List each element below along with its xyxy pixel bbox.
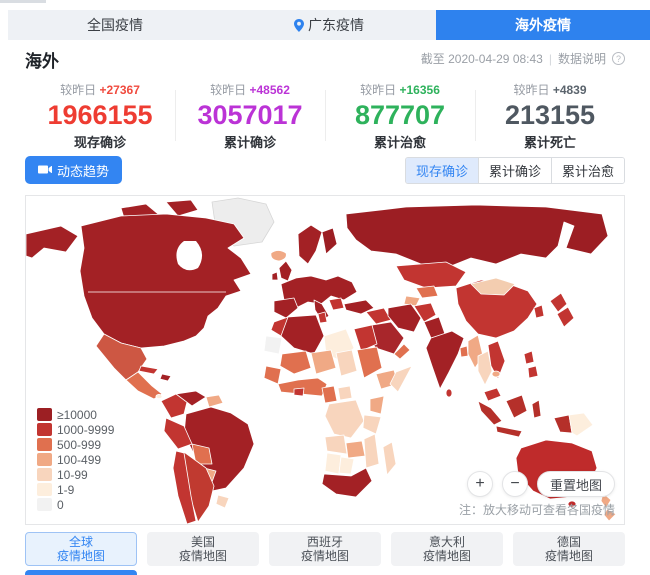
actions-row: 动态趋势 现存确诊 累计确诊 累计治愈 bbox=[25, 156, 625, 184]
meta-divider: | bbox=[549, 52, 552, 66]
as-of-timestamp: 截至 2020-04-29 08:43 bbox=[421, 50, 543, 67]
dynamic-trend-button[interactable]: 动态趋势 bbox=[25, 156, 122, 184]
delta-value: +48562 bbox=[249, 83, 289, 97]
stat-value: 213155 bbox=[475, 99, 625, 131]
maptab-suffix: 疫情地图 bbox=[179, 549, 227, 563]
tab-overseas-label: 海外疫情 bbox=[515, 15, 571, 35]
metric-cumulative-confirmed[interactable]: 累计确诊 bbox=[478, 158, 551, 183]
tab-national[interactable]: 全国疫情 bbox=[8, 10, 222, 40]
maptab-suffix: 疫情地图 bbox=[423, 549, 471, 563]
legend-swatch bbox=[37, 483, 52, 496]
legend-swatch bbox=[37, 453, 52, 466]
metric-toggle: 现存确诊 累计确诊 累计治愈 bbox=[405, 157, 625, 184]
tab-overseas[interactable]: 海外疫情 bbox=[436, 10, 650, 40]
page-header: 海外 截至 2020-04-29 08:43 | 数据说明 ? bbox=[25, 47, 625, 72]
maptab-region: 西班牙 bbox=[307, 535, 343, 549]
legend-swatch bbox=[37, 423, 52, 436]
bottom-map-tabs: 全球 疫情地图 美国 疫情地图 西班牙 疫情地图 意大利 疫情地图 德国 疫情地… bbox=[25, 532, 625, 566]
maptab-germany[interactable]: 德国 疫情地图 bbox=[513, 532, 625, 566]
legend-swatch bbox=[37, 408, 52, 421]
help-icon[interactable]: ? bbox=[612, 52, 625, 65]
maptab-region: 意大利 bbox=[429, 535, 465, 549]
stat-label: 累计确诊 bbox=[175, 132, 325, 151]
stat-value: 1966155 bbox=[25, 99, 175, 131]
legend-item: 500-999 bbox=[37, 437, 114, 452]
tab-guangdong-label: 广东疫情 bbox=[308, 15, 364, 35]
delta-value: +27367 bbox=[99, 83, 139, 97]
legend-item: 1000-9999 bbox=[37, 422, 114, 437]
compare-label: 较昨日 bbox=[513, 83, 549, 97]
top-tab-bar: 全国疫情 广东疫情 海外疫情 bbox=[8, 10, 650, 40]
maptab-region: 美国 bbox=[191, 535, 215, 549]
dynamic-trend-label: 动态趋势 bbox=[57, 161, 109, 180]
map-controls: + − 重置地图 bbox=[467, 471, 615, 497]
map-legend: ≥10000 1000-9999 500-999 100-499 10-99 1… bbox=[37, 407, 114, 512]
legend-item: 1-9 bbox=[37, 482, 114, 497]
legend-swatch bbox=[37, 498, 52, 511]
stat-label: 累计死亡 bbox=[475, 132, 625, 151]
data-note-link[interactable]: 数据说明 bbox=[558, 50, 606, 67]
maptab-italy[interactable]: 意大利 疫情地图 bbox=[391, 532, 503, 566]
header-meta: 截至 2020-04-29 08:43 | 数据说明 ? bbox=[421, 47, 625, 67]
location-pin-icon bbox=[294, 19, 304, 32]
maptab-global[interactable]: 全球 疫情地图 bbox=[25, 532, 137, 566]
stat-cumulative-deaths: 较昨日 +4839 213155 累计死亡 bbox=[475, 76, 625, 151]
zoom-out-button[interactable]: − bbox=[502, 471, 528, 497]
legend-item: 0 bbox=[37, 497, 114, 512]
legend-swatch bbox=[37, 468, 52, 481]
legend-item: 100-499 bbox=[37, 452, 114, 467]
stats-row: 较昨日 +27367 1966155 现存确诊 较昨日 +48562 30570… bbox=[25, 76, 625, 151]
stat-label: 现存确诊 bbox=[25, 132, 175, 151]
compare-label: 较昨日 bbox=[360, 83, 396, 97]
stat-cumulative-confirmed: 较昨日 +48562 3057017 累计确诊 bbox=[175, 76, 325, 151]
stat-existing-confirmed: 较昨日 +27367 1966155 现存确诊 bbox=[25, 76, 175, 151]
world-map-panel: ≥10000 1000-9999 500-999 100-499 10-99 1… bbox=[25, 195, 625, 525]
page-title: 海外 bbox=[25, 47, 59, 72]
metric-existing-confirmed[interactable]: 现存确诊 bbox=[406, 158, 478, 183]
stat-value: 877707 bbox=[325, 99, 475, 131]
map-hint-note: 注：放大移动可查看各国疫情 bbox=[459, 501, 615, 518]
reset-map-button[interactable]: 重置地图 bbox=[537, 471, 615, 497]
tab-national-label: 全国疫情 bbox=[87, 15, 143, 35]
maptab-region: 德国 bbox=[557, 535, 581, 549]
legend-swatch bbox=[37, 438, 52, 451]
cutoff-blue-button[interactable] bbox=[25, 570, 137, 575]
stat-cumulative-cured: 较昨日 +16356 877707 累计治愈 bbox=[325, 76, 475, 151]
zoom-in-button[interactable]: + bbox=[467, 471, 493, 497]
maptab-spain[interactable]: 西班牙 疫情地图 bbox=[269, 532, 381, 566]
compare-label: 较昨日 bbox=[210, 83, 246, 97]
delta-value: +16356 bbox=[399, 83, 439, 97]
maptab-suffix: 疫情地图 bbox=[301, 549, 349, 563]
compare-label: 较昨日 bbox=[60, 83, 96, 97]
maptab-suffix: 疫情地图 bbox=[545, 549, 593, 563]
legend-item: ≥10000 bbox=[37, 407, 114, 422]
stat-value: 3057017 bbox=[175, 99, 325, 131]
maptab-region: 全球 bbox=[69, 535, 93, 549]
delta-value: +4839 bbox=[553, 83, 587, 97]
legend-item: 10-99 bbox=[37, 467, 114, 482]
stat-label: 累计治愈 bbox=[325, 132, 475, 151]
browser-edge-fragment bbox=[0, 0, 46, 3]
maptab-suffix: 疫情地图 bbox=[57, 549, 105, 563]
metric-cumulative-cured[interactable]: 累计治愈 bbox=[551, 158, 624, 183]
maptab-usa[interactable]: 美国 疫情地图 bbox=[147, 532, 259, 566]
video-camera-icon bbox=[38, 163, 52, 178]
tab-guangdong[interactable]: 广东疫情 bbox=[222, 10, 436, 40]
